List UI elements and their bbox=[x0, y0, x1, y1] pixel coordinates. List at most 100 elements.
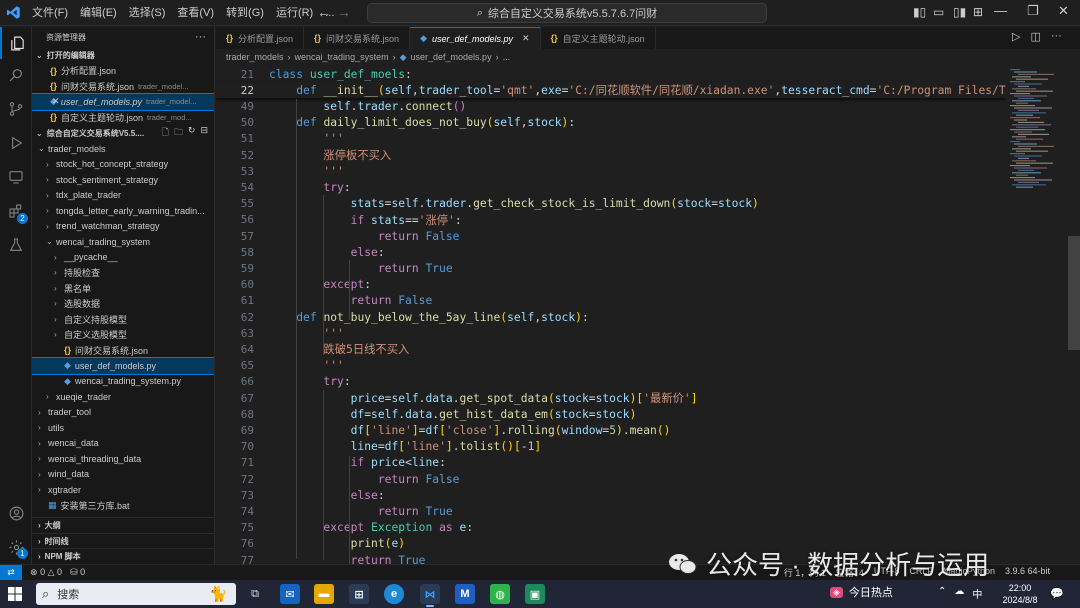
code-line[interactable]: 21 class user_def_moels: bbox=[216, 66, 1006, 82]
back-arrow-icon[interactable]: ← bbox=[317, 4, 331, 20]
ports-indicator[interactable]: ⛁ 0 bbox=[70, 567, 85, 578]
tree-folder[interactable]: › trader_tool bbox=[32, 405, 214, 421]
code-line[interactable]: 53 ''' bbox=[216, 163, 1006, 179]
source-control-icon[interactable] bbox=[0, 93, 32, 125]
run-file-icon[interactable]: ▷ bbox=[1012, 30, 1020, 43]
menu-item[interactable]: 查看(V) bbox=[171, 0, 220, 26]
code-line[interactable]: 72 return False bbox=[216, 471, 1006, 487]
code-line[interactable]: 63 ''' bbox=[216, 325, 1006, 341]
code-line[interactable]: 22 def __init__(self,trader_tool='qmt',e… bbox=[216, 82, 1006, 99]
account-icon[interactable] bbox=[0, 497, 32, 529]
close-window-icon[interactable]: ✕ bbox=[1058, 3, 1069, 19]
tree-folder[interactable]: › xgtrader bbox=[32, 482, 214, 498]
editor-tab[interactable]: {} 自定义主题轮动.json bbox=[541, 27, 656, 49]
tree-file[interactable]: ◆ user_def_models.py bbox=[32, 357, 214, 375]
open-editor-item[interactable]: {} 分析配置.json bbox=[32, 63, 214, 79]
tree-file[interactable]: {} 问财交易系统.json bbox=[32, 343, 214, 359]
system-clock[interactable]: 22:00 2024/8/8 bbox=[995, 582, 1045, 606]
tree-folder[interactable]: › trend_watchman_strategy bbox=[32, 219, 214, 235]
close-editor-icon[interactable]: ✕ bbox=[52, 96, 60, 107]
windows-start-icon[interactable] bbox=[0, 580, 30, 608]
code-line[interactable]: 66 try: bbox=[216, 374, 1006, 390]
vscode-taskbar-icon[interactable]: ⋈ bbox=[420, 584, 440, 604]
code-line[interactable]: 75 except Exception as e: bbox=[216, 520, 1006, 536]
code-line[interactable]: 57 return False bbox=[216, 228, 1006, 244]
python-interpreter[interactable]: 3.9.6 64-bit bbox=[1005, 566, 1050, 579]
notification-icon[interactable]: 💬 bbox=[1050, 587, 1064, 600]
tree-folder[interactable]: › 黑名单 bbox=[32, 281, 214, 297]
explorer-icon[interactable] bbox=[0, 27, 32, 59]
run-debug-icon[interactable] bbox=[0, 127, 32, 159]
code-line[interactable]: 54 try: bbox=[216, 179, 1006, 195]
code-line[interactable]: 58 else: bbox=[216, 244, 1006, 260]
tree-folder[interactable]: › tongda_letter_early_warning_tradin... bbox=[32, 203, 214, 219]
code-line[interactable]: 69 df['line']=df['close'].rolling(window… bbox=[216, 422, 1006, 438]
editor-scrollbar[interactable] bbox=[1068, 236, 1080, 350]
menu-item[interactable]: 编辑(E) bbox=[74, 0, 123, 26]
timeline-section[interactable]: › 时间线 bbox=[32, 533, 214, 549]
problems-indicator[interactable]: ⊗ 0 △ 0 bbox=[30, 567, 62, 578]
menu-item[interactable]: 运行(R) bbox=[270, 0, 319, 26]
breadcrumb-item[interactable]: trader_models bbox=[226, 52, 284, 62]
minimize-icon[interactable]: — bbox=[994, 3, 1007, 18]
menu-item[interactable]: 选择(S) bbox=[123, 0, 172, 26]
breadcrumb-item[interactable]: ... bbox=[503, 52, 511, 62]
breadcrumb-item[interactable]: wencai_trading_system bbox=[295, 52, 389, 62]
ime-indicator[interactable]: 中 bbox=[972, 586, 982, 601]
tree-folder[interactable]: › xueqie_trader bbox=[32, 389, 214, 405]
open-editor-item[interactable]: {} 问财交易系统.json trader_model... bbox=[32, 79, 214, 95]
split-editor-icon[interactable]: ◫ bbox=[1030, 30, 1040, 43]
search-icon[interactable] bbox=[0, 59, 32, 91]
file-explorer-icon[interactable]: ▬ bbox=[314, 584, 334, 604]
code-line[interactable]: 68 df=self.data.get_hist_data_em(stock=s… bbox=[216, 406, 1006, 422]
edge-browser-icon[interactable]: e bbox=[384, 584, 404, 604]
open-editors-header[interactable]: ⌄ 打开的编辑器 bbox=[32, 47, 214, 63]
code-line[interactable]: 50 def daily_limit_does_not_buy(self,sto… bbox=[216, 115, 1006, 131]
taskbar-search[interactable]: ⌕ 搜索 🐈 bbox=[36, 583, 236, 605]
editor-tab[interactable]: {} 分析配置.json bbox=[216, 27, 305, 49]
menu-item[interactable]: 文件(F) bbox=[26, 0, 74, 26]
remote-indicator-icon[interactable]: ⇄ bbox=[0, 564, 22, 581]
npm-scripts-section[interactable]: › NPM 脚本 bbox=[32, 548, 214, 564]
tree-file[interactable]: ◆ wencai_trading_system.py bbox=[32, 374, 214, 390]
tree-folder[interactable]: › utils bbox=[32, 420, 214, 436]
tree-folder[interactable]: › stock_hot_concept_strategy bbox=[32, 157, 214, 173]
tree-folder[interactable]: › __pycache__ bbox=[32, 250, 214, 266]
cloud-icon[interactable]: ☁ bbox=[954, 586, 964, 601]
tree-folder[interactable]: › tdx_plate_trader bbox=[32, 188, 214, 204]
tree-folder[interactable]: ⌄ wencai_trading_system bbox=[32, 234, 214, 250]
show-hidden-icons-icon[interactable]: ⌃ bbox=[938, 586, 946, 601]
testing-flask-icon[interactable] bbox=[0, 229, 32, 261]
close-tab-icon[interactable]: ✕ bbox=[522, 33, 530, 44]
wechat-icon[interactable]: ◍ bbox=[490, 584, 510, 604]
code-line[interactable]: 51 ''' bbox=[216, 131, 1006, 147]
code-line[interactable]: 71 if price<line: bbox=[216, 455, 1006, 471]
trading-app-icon[interactable]: M bbox=[455, 584, 475, 604]
extensions-icon[interactable]: 2 bbox=[0, 195, 32, 227]
tree-file[interactable]: ▦ 安装第三方库.bat bbox=[32, 498, 214, 514]
more-actions-icon[interactable]: ··· bbox=[1051, 30, 1062, 43]
customize-layout-icon[interactable]: ⊞ bbox=[973, 5, 983, 19]
editor-tab[interactable]: ◆ user_def_models.py ✕ bbox=[410, 27, 541, 49]
microsoft-store-icon[interactable]: ⊞ bbox=[349, 584, 369, 604]
collapse-all-icon[interactable]: ⊟ bbox=[200, 125, 208, 141]
open-editor-item[interactable]: ✕ ◆ user_def_models.py trader_model... bbox=[32, 93, 214, 111]
remote-explorer-icon[interactable] bbox=[0, 161, 32, 193]
more-actions-icon[interactable]: ··· bbox=[195, 31, 206, 43]
tree-folder[interactable]: › 自定义持股模型 bbox=[32, 312, 214, 328]
code-line[interactable]: 61 return False bbox=[216, 293, 1006, 309]
code-line[interactable]: 52 涨停板不买入 bbox=[216, 147, 1006, 163]
menu-item[interactable]: 转到(G) bbox=[220, 0, 270, 26]
code-line[interactable]: 49 self.trader.connect() bbox=[216, 98, 1006, 114]
code-editor[interactable]: 21 class user_def_moels: 22 def __init__(s… bbox=[216, 65, 1006, 564]
code-line[interactable]: 65 ''' bbox=[216, 358, 1006, 374]
editor-tab[interactable]: {} 问财交易系统.json bbox=[304, 27, 411, 49]
tree-folder[interactable]: › wind_data bbox=[32, 467, 214, 483]
manage-gear-icon[interactable]: 1 bbox=[0, 531, 32, 563]
toggle-sidebar-icon[interactable]: ▮▯ bbox=[913, 5, 926, 19]
code-line[interactable]: 60 except: bbox=[216, 277, 1006, 293]
toggle-secondary-sidebar-icon[interactable]: ▯▮ bbox=[953, 5, 966, 19]
toggle-panel-icon[interactable]: ▭ bbox=[933, 5, 944, 19]
restore-icon[interactable]: ❐ bbox=[1027, 3, 1039, 19]
command-center[interactable]: ⌕ 综合自定义交易系统v5.5.7.6.7问财 bbox=[367, 3, 767, 23]
